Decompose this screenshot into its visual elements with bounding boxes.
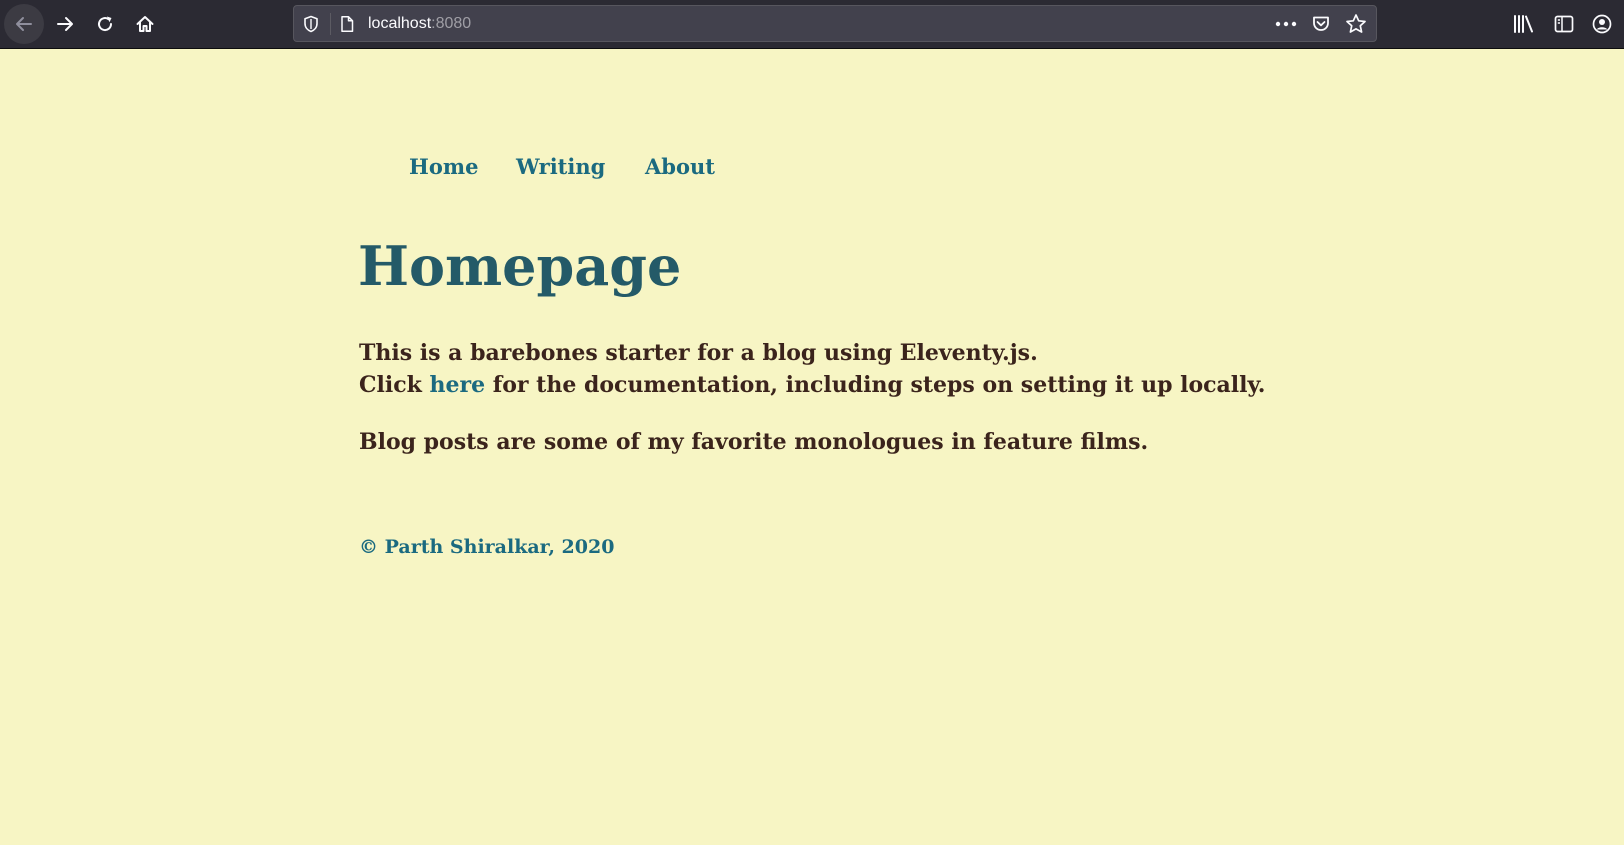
intro-line-2-after: for the documentation, including steps o… <box>485 372 1266 398</box>
intro-line-2-before: Click <box>359 372 430 398</box>
library-button[interactable] <box>1512 12 1536 36</box>
reload-button[interactable] <box>85 4 125 44</box>
nav-link-home[interactable]: Home <box>409 153 478 181</box>
page-title: Homepage <box>358 234 682 298</box>
nav-link-about[interactable]: About <box>645 153 715 181</box>
footer-copyright: © Parth Shiralkar, 2020 <box>359 536 615 558</box>
forward-icon <box>57 17 73 31</box>
forward-button[interactable] <box>45 4 85 44</box>
nav-link-writing[interactable]: Writing <box>516 153 605 181</box>
url-host: localhost <box>368 15 432 32</box>
url-text[interactable]: localhost:8080 <box>368 14 471 34</box>
page-content: Home Writing About Homepage This is a ba… <box>0 49 1624 845</box>
account-button[interactable] <box>1590 12 1614 36</box>
bookmark-button[interactable] <box>1344 13 1368 35</box>
browser-toolbar: localhost:8080 <box>0 0 1624 49</box>
url-port: :8080 <box>431 15 472 32</box>
home-button[interactable] <box>125 4 165 44</box>
sidebar-icon <box>1554 15 1574 33</box>
pocket-button[interactable] <box>1309 13 1333 35</box>
back-icon <box>16 17 32 31</box>
blog-posts-note: Blog posts are some of my favorite monol… <box>359 429 1149 455</box>
pocket-icon <box>1313 16 1329 31</box>
back-button[interactable] <box>4 4 44 44</box>
bookmark-star-icon <box>1346 14 1366 33</box>
intro-line-2: Click here for the documentation, includ… <box>359 369 1265 401</box>
reload-icon <box>98 16 113 32</box>
address-bar-divider <box>330 13 331 35</box>
address-bar[interactable]: localhost:8080 <box>293 5 1377 42</box>
documentation-link[interactable]: here <box>430 372 486 398</box>
intro-line-1: This is a barebones starter for a blog u… <box>359 340 1038 366</box>
sidebar-button[interactable] <box>1552 12 1576 36</box>
page-actions-button[interactable] <box>1274 13 1298 35</box>
home-icon <box>136 16 154 32</box>
page-icon[interactable] <box>338 15 356 33</box>
library-icon <box>1514 15 1533 33</box>
account-icon <box>1592 14 1612 34</box>
shield-icon[interactable] <box>302 15 320 33</box>
more-icon <box>1275 21 1297 27</box>
